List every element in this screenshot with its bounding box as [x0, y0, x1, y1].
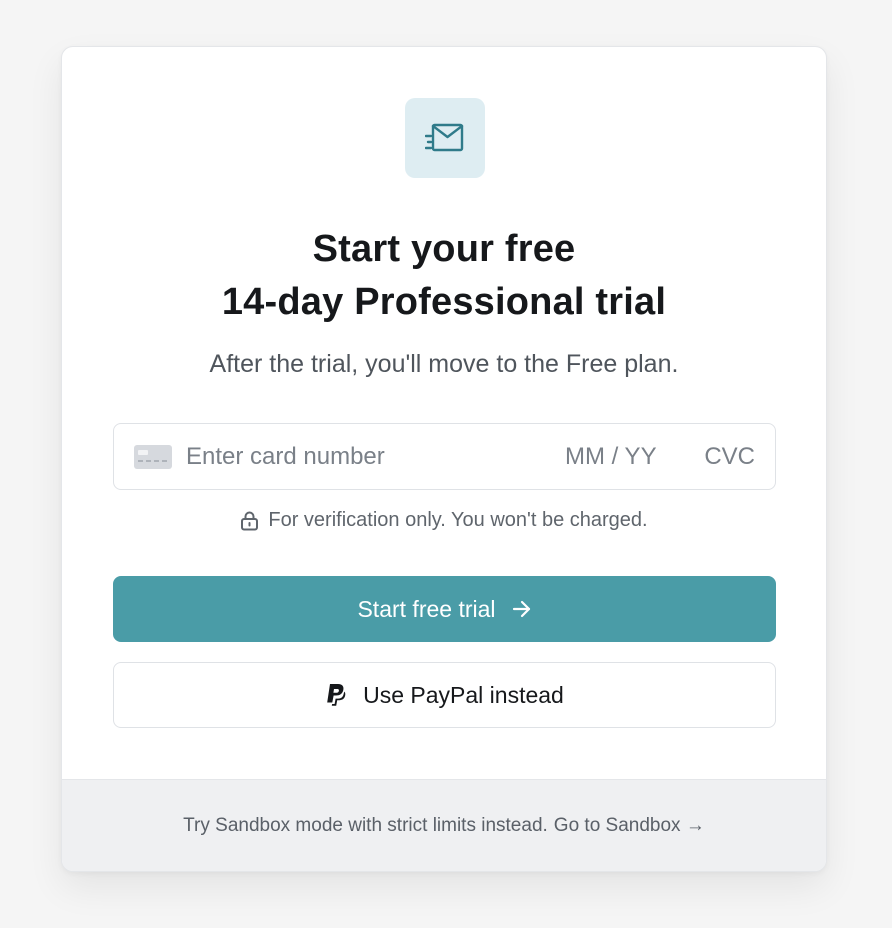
paypal-label: Use PayPal instead — [363, 681, 564, 708]
arrow-right-icon — [512, 600, 532, 618]
mail-badge — [405, 98, 485, 178]
start-free-trial-label: Start free trial — [357, 595, 496, 622]
page-title: Start your free 14-day Professional tria… — [62, 223, 826, 329]
go-to-sandbox-link[interactable]: Go to Sandbox → — [554, 815, 705, 837]
cvc-input[interactable] — [703, 442, 755, 471]
title-line-1: Start your free — [312, 228, 576, 270]
sandbox-footer-text: Try Sandbox mode with strict limits inst… — [183, 814, 548, 836]
trial-signup-card: Start your free 14-day Professional tria… — [61, 46, 827, 872]
credit-card-icon — [134, 444, 172, 469]
verification-text: For verification only. You won't be char… — [268, 509, 648, 531]
lock-icon — [240, 511, 259, 531]
card-body: Start your free 14-day Professional tria… — [62, 47, 826, 779]
mail-send-icon — [425, 122, 465, 154]
expiry-input[interactable] — [565, 442, 675, 471]
sandbox-footer: Try Sandbox mode with strict limits inst… — [62, 779, 826, 871]
title-line-2: 14-day Professional trial — [221, 281, 667, 323]
verification-note: For verification only. You won't be char… — [62, 509, 826, 532]
card-details-field[interactable] — [113, 423, 776, 490]
start-free-trial-button[interactable]: Start free trial — [113, 576, 776, 642]
paypal-button[interactable]: Use PayPal instead — [113, 662, 776, 728]
paypal-icon — [325, 683, 347, 707]
page-subtitle: After the trial, you'll move to the Free… — [209, 350, 679, 378]
card-number-input[interactable] — [186, 442, 565, 471]
